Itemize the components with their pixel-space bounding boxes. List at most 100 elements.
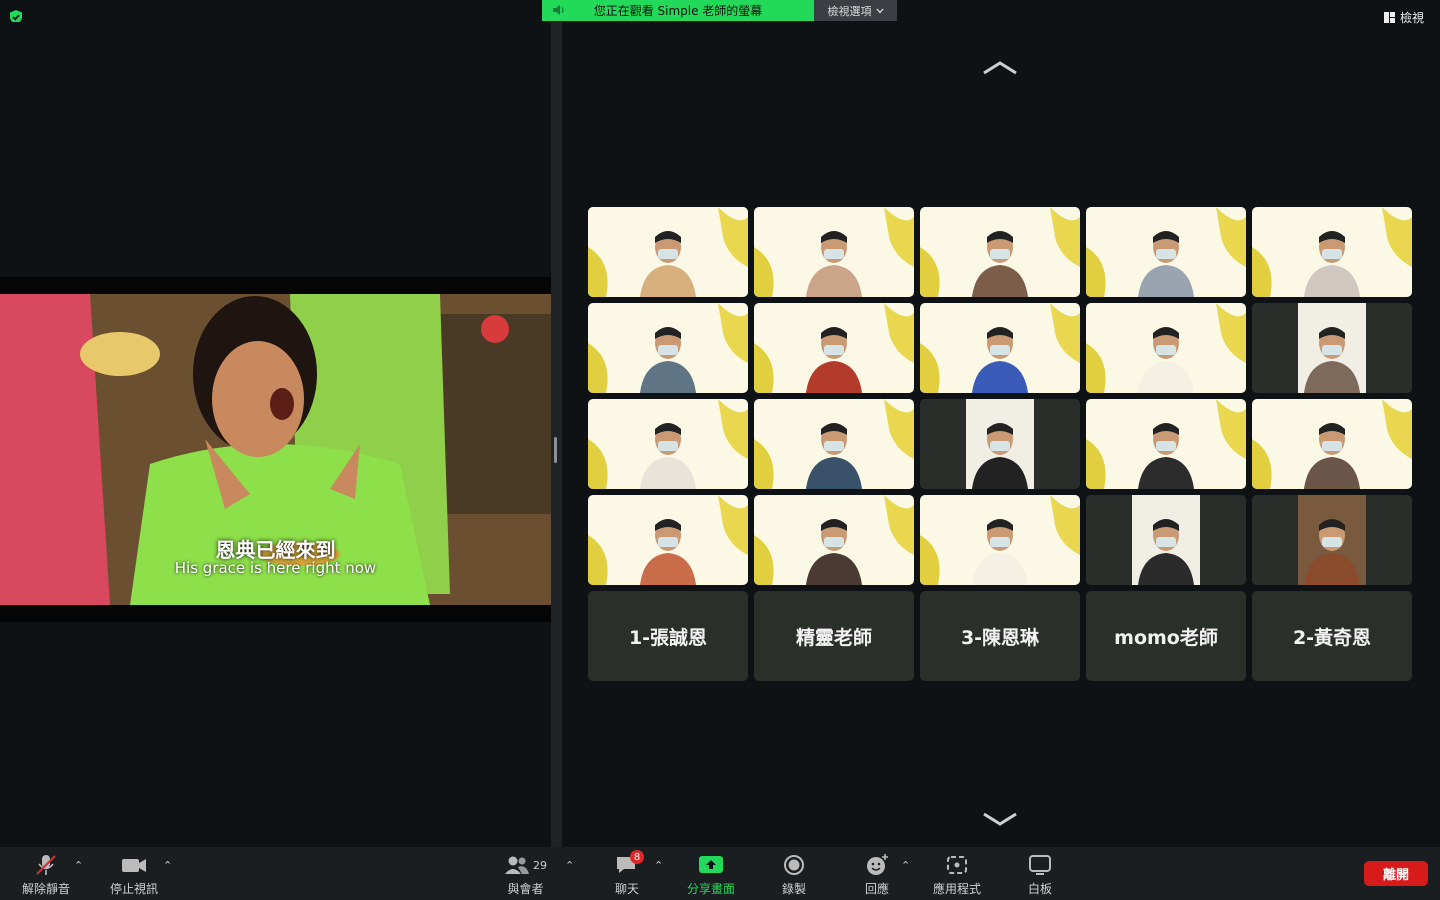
stop-video-button[interactable]: 停止視訊	[110, 853, 158, 897]
participant-video-tile[interactable]	[1252, 399, 1412, 489]
participant-video-tile[interactable]	[1086, 207, 1246, 297]
participant-video-tile[interactable]	[1252, 303, 1412, 393]
participant-video-tile[interactable]	[920, 303, 1080, 393]
participant-video-tile[interactable]	[1086, 495, 1246, 585]
participant-video-tile[interactable]	[588, 303, 748, 393]
view-button[interactable]: 檢視	[1383, 9, 1424, 26]
participants-label: 與會者	[507, 882, 544, 896]
chevron-up-icon[interactable]	[980, 58, 1020, 78]
video-camera-icon	[122, 859, 146, 872]
participant-video	[1252, 399, 1412, 489]
participant-name-tile[interactable]: 精靈老師	[754, 591, 914, 681]
participant-video-tile[interactable]	[754, 399, 914, 489]
participant-video-tile[interactable]	[1252, 207, 1412, 297]
unmute-button[interactable]: 解除靜音	[22, 853, 70, 897]
reactions-options-caret-icon[interactable]: ⌃	[901, 859, 910, 872]
participant-video-tile[interactable]	[588, 399, 748, 489]
reactions-button[interactable]: 回應	[864, 853, 890, 897]
screen-share-banner: 您正在觀看 Simple 老師的螢幕 檢視選項	[542, 0, 897, 21]
participant-gallery: 1-張誠恩 精靈老師 3-陳恩琳 momo老師 2-黃奇恩	[588, 207, 1412, 681]
record-icon	[784, 855, 804, 875]
speaker-icon	[553, 5, 564, 15]
participant-video	[588, 303, 748, 393]
viewing-share-message: 您正在觀看 Simple 老師的螢幕	[542, 0, 814, 21]
participant-video-tile[interactable]	[588, 207, 748, 297]
shared-video-frame: 恩典已經來到 His grace is here right now	[0, 277, 551, 622]
participants-icon	[505, 856, 529, 874]
participant-name-tile[interactable]: 2-黃奇恩	[1252, 591, 1412, 681]
divider-drag-handle[interactable]	[554, 437, 557, 463]
view-options-label: 檢視選項	[827, 4, 872, 18]
participant-name-tile[interactable]: 1-張誠恩	[588, 591, 748, 681]
participant-video	[1086, 495, 1246, 585]
chat-label: 聊天	[614, 882, 639, 896]
whiteboard-label: 白板	[1027, 882, 1052, 896]
reactions-label: 回應	[864, 882, 889, 896]
participant-video-tile[interactable]	[1086, 303, 1246, 393]
participant-video-tile[interactable]	[920, 399, 1080, 489]
share-screen-label: 分享畫面	[687, 882, 736, 896]
participant-video-tile[interactable]	[1086, 399, 1246, 489]
record-label: 錄製	[781, 882, 806, 896]
apps-label: 應用程式	[933, 882, 982, 896]
participant-video-tile[interactable]	[754, 303, 914, 393]
participant-name: 精靈老師	[795, 626, 872, 649]
apps-icon	[947, 856, 967, 874]
participant-video	[920, 207, 1080, 297]
video-options-caret-icon[interactable]: ⌃	[163, 859, 172, 872]
unmute-label: 解除靜音	[22, 882, 71, 896]
participant-video	[1086, 399, 1246, 489]
participant-video	[920, 495, 1080, 585]
participant-video	[588, 207, 748, 297]
shared-video: 恩典已經來到 His grace is here right now	[0, 294, 551, 605]
participants-button[interactable]: 29 與會者	[504, 853, 547, 897]
split-divider	[551, 22, 562, 847]
participant-video	[754, 495, 914, 585]
participant-video	[1086, 207, 1246, 297]
chat-unread-badge: 8	[630, 850, 644, 864]
share-screen-button[interactable]: 分享畫面	[687, 853, 735, 897]
chat-options-caret-icon[interactable]: ⌃	[654, 859, 663, 872]
participant-video	[920, 303, 1080, 393]
participant-name-tile[interactable]: 3-陳恩琳	[920, 591, 1080, 681]
participant-name-tile[interactable]: momo老師	[1086, 591, 1246, 681]
record-button[interactable]: 錄製	[781, 853, 807, 897]
audio-options-caret-icon[interactable]: ⌃	[74, 859, 83, 872]
smiley-add-icon	[867, 854, 888, 875]
participant-name: momo老師	[1114, 626, 1218, 649]
participant-video	[588, 399, 748, 489]
stop-video-label: 停止視訊	[110, 882, 159, 896]
participant-video-tile[interactable]	[754, 207, 914, 297]
participant-video	[920, 399, 1080, 489]
participant-video-tile[interactable]	[920, 207, 1080, 297]
microphone-muted-icon	[36, 855, 56, 875]
meeting-toolbar: 解除靜音 ⌃ 停止視訊 ⌃ 29 與會者 ⌃ 聊天 8 ⌃ 分享畫面 錄製 回應…	[0, 847, 1440, 900]
whiteboard-button[interactable]: 白板	[1027, 853, 1053, 897]
view-options-button[interactable]: 檢視選項	[814, 0, 897, 21]
participant-name: 1-張誠恩	[628, 626, 708, 649]
participants-count: 29	[533, 858, 547, 872]
participant-video	[1252, 207, 1412, 297]
participant-video	[754, 207, 914, 297]
leave-meeting-button[interactable]: 離開	[1364, 861, 1428, 886]
participant-name: 2-黃奇恩	[1292, 626, 1372, 649]
participant-video	[1252, 303, 1412, 393]
participant-video	[1086, 303, 1246, 393]
participant-video	[588, 495, 748, 585]
participant-video-tile[interactable]	[1252, 495, 1412, 585]
whiteboard-icon	[1029, 855, 1051, 875]
chevron-down-icon	[876, 8, 883, 13]
video-subtitle-english: His grace is here right now	[174, 559, 377, 577]
participant-video-tile[interactable]	[920, 495, 1080, 585]
participant-video	[754, 303, 914, 393]
chevron-down-icon[interactable]	[980, 810, 1020, 830]
participant-video-tile[interactable]	[588, 495, 748, 585]
participant-video-tile[interactable]	[754, 495, 914, 585]
participant-video	[1252, 495, 1412, 585]
banner-text: 您正在觀看 Simple 老師的螢幕	[593, 4, 763, 18]
participant-video	[754, 399, 914, 489]
share-screen-icon	[699, 856, 723, 873]
view-label: 檢視	[1399, 11, 1424, 25]
apps-button[interactable]: 應用程式	[933, 853, 981, 897]
participants-options-caret-icon[interactable]: ⌃	[565, 859, 574, 872]
